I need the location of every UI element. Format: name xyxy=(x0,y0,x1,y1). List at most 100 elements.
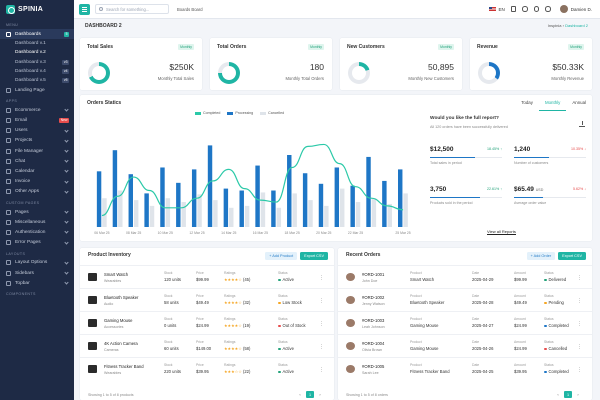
orders-next-page-button[interactable]: › xyxy=(574,391,582,398)
table-row[interactable]: Fitness Tracker Band Wearables Stock 220 un… xyxy=(80,357,334,380)
more-options-icon[interactable]: ⋮ xyxy=(319,321,324,327)
sidebar-item-app[interactable]: Ecommerce xyxy=(0,105,74,115)
avatar[interactable] xyxy=(559,5,568,13)
export-orders-csv-button[interactable]: Export CSV xyxy=(558,252,586,260)
more-options-icon[interactable]: ⋮ xyxy=(577,367,582,373)
more-options-icon[interactable]: ⋮ xyxy=(577,321,582,327)
product-name[interactable]: Smart Watch xyxy=(104,272,128,277)
search-input[interactable]: Search for something... xyxy=(95,4,169,14)
sidebar-subitem[interactable]: Dashboard v.2 xyxy=(0,48,74,57)
sidebar-item-app[interactable]: Projects xyxy=(0,136,74,146)
table-row[interactable]: Gaming Mouse Accessories Stock 0 units Price… xyxy=(80,311,334,334)
legend-item[interactable]: Processing xyxy=(227,111,253,115)
gear-icon[interactable] xyxy=(533,6,540,12)
table-row[interactable]: Smart Watch Wearables Stock 120 units Price $… xyxy=(80,265,334,288)
order-id[interactable]: #ORD-1005 xyxy=(362,364,384,369)
order-id[interactable]: #ORD-1003 xyxy=(362,318,384,323)
cell-status: Status Active xyxy=(278,271,294,282)
metric-label: Total sales in period xyxy=(430,161,462,166)
sidebar-subitem-badge: v5 xyxy=(62,77,69,83)
sidebar-item-page[interactable]: Pages xyxy=(0,207,74,217)
orders-prev-page-button[interactable]: ‹ xyxy=(554,391,562,398)
table-row[interactable]: 4K Action Camera Cameras Stock 60 units Pric… xyxy=(80,334,334,357)
export-csv-button[interactable]: Export CSV xyxy=(300,252,328,260)
sidebar-item-landing[interactable]: Landing Page xyxy=(0,85,74,95)
sidebar-item-page[interactable]: Authentication xyxy=(0,227,74,237)
cell-ratings: Ratings ★★★★☆ (45) xyxy=(224,271,251,282)
cell-price: Price $24.99 xyxy=(196,317,209,328)
chevron-down-icon xyxy=(64,189,69,194)
cancelled-bar xyxy=(197,194,202,227)
tab-monthly[interactable]: Monthly xyxy=(538,95,567,111)
cell-status: Status Pending xyxy=(544,294,564,305)
sidebar-item-app[interactable]: Other Apps xyxy=(0,187,74,197)
stat-period-badge: Monthly xyxy=(568,44,584,50)
more-options-icon[interactable]: ⋮ xyxy=(319,344,324,350)
menu-toggle-button[interactable] xyxy=(79,3,90,15)
product-name[interactable]: Gaming Mouse xyxy=(104,318,132,323)
table-row[interactable]: #ORD-1001 John Doe Product Smart Watch Date 2… xyxy=(338,265,592,288)
page-1-button[interactable]: 1 xyxy=(306,391,314,398)
breadcrumb-root[interactable]: Inspinia xyxy=(548,23,562,28)
cell-status: Status Out of Stock xyxy=(278,317,306,328)
status-dot xyxy=(278,301,281,305)
more-options-icon[interactable]: ⋮ xyxy=(577,275,582,281)
table-row[interactable]: #ORD-1005 Sarah Lee Product Fitness Tracker… xyxy=(338,357,592,380)
sidebar-subitem[interactable]: Dashboard v.3 v3 xyxy=(0,58,74,67)
language-selector[interactable]: EN xyxy=(498,7,504,12)
prev-page-button[interactable]: ‹ xyxy=(296,391,304,398)
legend-item[interactable]: Completed xyxy=(195,111,220,115)
download-icon[interactable] xyxy=(579,121,585,127)
apps-grid-icon[interactable] xyxy=(510,6,517,12)
moon-icon[interactable] xyxy=(545,6,551,12)
more-options-icon[interactable]: ⋮ xyxy=(319,367,324,373)
sidebar-subitem[interactable]: Dashboard v.1 xyxy=(0,39,74,48)
table-row[interactable]: #ORD-1003 Leah Johnson Product Gaming Mouse… xyxy=(338,311,592,334)
sidebar-subitem[interactable]: Dashboard v.4 v4 xyxy=(0,67,74,76)
sidebar-item-app[interactable]: Email New xyxy=(0,116,74,126)
more-options-icon[interactable]: ⋮ xyxy=(319,275,324,281)
user-name[interactable]: Damien D. xyxy=(571,7,592,12)
brand-logo[interactable]: SPINIA xyxy=(0,0,74,19)
rating-stars: ★★★★☆ xyxy=(224,323,242,328)
product-category: Audio xyxy=(104,302,114,306)
add-product-button[interactable]: + Add Product xyxy=(265,252,298,260)
legend-item[interactable]: Cancelled xyxy=(260,111,284,115)
table-row[interactable]: #ORD-1004 Olivia Brown Product Gaming Mouse… xyxy=(338,334,592,357)
add-order-button[interactable]: + Add Order xyxy=(526,252,556,260)
sidebar-item-app[interactable]: Chat xyxy=(0,156,74,166)
sidebar-item-layout[interactable]: Topbar xyxy=(0,278,74,288)
order-id[interactable]: #ORD-1001 xyxy=(362,272,384,277)
sidebar-item-page[interactable]: Miscellaneous xyxy=(0,217,74,227)
order-id[interactable]: #ORD-1002 xyxy=(362,295,384,300)
bell-icon[interactable] xyxy=(522,6,528,12)
sidebar-item-layout[interactable]: Layout Options xyxy=(0,258,74,268)
table-row[interactable]: #ORD-1002 Jenny Watson Product Bluetooth Sp… xyxy=(338,288,592,311)
chevron-down-icon xyxy=(64,280,69,285)
tab-annual[interactable]: Annual xyxy=(566,95,592,111)
tab-today[interactable]: Today xyxy=(515,95,539,111)
product-name[interactable]: Fitness Tracker Band xyxy=(104,364,144,369)
product-category: Wearables xyxy=(104,371,122,375)
sidebar-subitem[interactable]: Dashboard v.5 v5 xyxy=(0,76,74,85)
status-dot xyxy=(278,347,281,351)
more-options-icon[interactable]: ⋮ xyxy=(577,344,582,350)
sidebar-item-page[interactable]: Error Pages xyxy=(0,238,74,248)
table-row[interactable]: Bluetooth Speaker Audio Stock 58 units Price… xyxy=(80,288,334,311)
more-options-icon[interactable]: ⋮ xyxy=(577,298,582,304)
sidebar-item-app[interactable]: Users xyxy=(0,126,74,136)
product-name[interactable]: 4K Action Camera xyxy=(104,341,138,346)
order-id[interactable]: #ORD-1004 xyxy=(362,341,384,346)
sidebar-item-app[interactable]: File Manager xyxy=(0,146,74,156)
view-all-reports-link[interactable]: View all Reports xyxy=(487,229,516,235)
sidebar-item-app[interactable]: Invoice xyxy=(0,177,74,187)
cancelled-bar xyxy=(149,205,155,227)
sidebar-item-app[interactable]: Calendar xyxy=(0,166,74,176)
orders-page-1-button[interactable]: 1 xyxy=(564,391,572,398)
next-page-button[interactable]: › xyxy=(316,391,324,398)
product-name[interactable]: Bluetooth Speaker xyxy=(104,295,138,300)
sidebar-item-layout[interactable]: Sidebars xyxy=(0,268,74,278)
more-options-icon[interactable]: ⋮ xyxy=(319,298,324,304)
sidebar-item-dashboards[interactable]: Dashboards 5 xyxy=(0,29,74,40)
board-selector[interactable]: Boards Board xyxy=(177,7,203,12)
